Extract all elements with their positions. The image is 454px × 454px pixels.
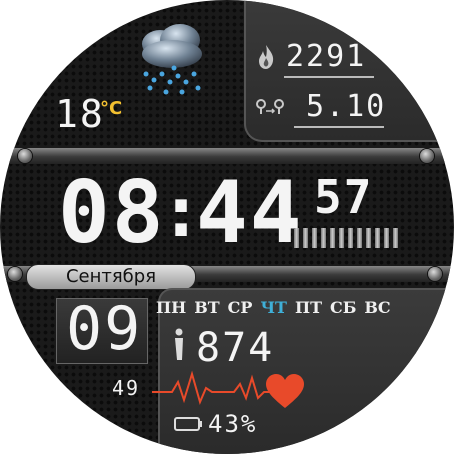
heart-icon (266, 374, 304, 408)
battery-value: 43% (208, 410, 258, 438)
cloud-rain-icon (142, 24, 202, 95)
flame-icon (259, 45, 274, 69)
calories-value: 2291 (286, 39, 367, 74)
screw (420, 149, 434, 163)
temperature-value: 18 (55, 92, 105, 136)
weekday-mon: ПН (156, 298, 187, 317)
battery-icon (174, 417, 202, 431)
weekday-thu-active: ЧТ (260, 298, 287, 317)
distance-value: 5.10 (306, 89, 387, 124)
weekday-sun: ВС (364, 298, 391, 317)
weekday-fri: ПТ (294, 298, 322, 317)
time-seconds: 57 (314, 170, 374, 224)
weekday-tue: ВТ (194, 298, 220, 317)
temperature-unit: °C (100, 98, 123, 119)
month-label: Сентября (26, 264, 196, 290)
watch-face: 18 °C 2291 5.10 08 : 44 57 Сентября 09 П… (0, 0, 454, 454)
steps-icon (175, 328, 183, 360)
screw (8, 267, 22, 281)
heart-rate-value: 49 (112, 376, 141, 400)
time-hours: 08 (58, 163, 166, 263)
weekday-row: ПН ВТ СР ЧТ ПТ СБ ВС (156, 298, 399, 317)
time-minutes: 44 (196, 163, 304, 263)
screw (18, 149, 32, 163)
steps-value: 874 (196, 325, 275, 371)
seconds-bars (294, 228, 398, 248)
calories-underline (284, 76, 374, 78)
upper-rail (0, 148, 454, 164)
day-value: 09 (66, 294, 143, 364)
screw (428, 267, 442, 281)
distance-icon (256, 99, 284, 114)
weekday-sat: СБ (329, 298, 357, 317)
distance-underline (294, 126, 384, 128)
weekday-wed: СР (227, 298, 253, 317)
